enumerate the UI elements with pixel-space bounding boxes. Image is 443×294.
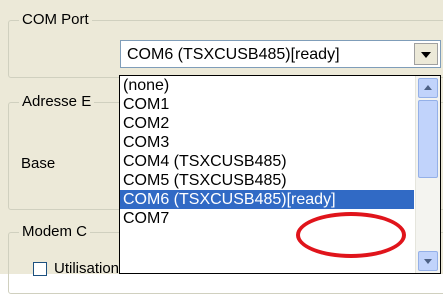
list-item-com4[interactable]: COM4 (TSXCUSB485) [120,152,414,171]
list-item-com6[interactable]: COM6 (TSXCUSB485)[ready] [120,190,414,209]
settings-panel: COM Port Adresse E Base Modem C Utilisat… [0,0,443,294]
dropdown-scrollbar[interactable] [415,76,440,273]
dropdown-items: (none) COM1 COM2 COM3 COM4 (TSXCUSB485) … [120,76,414,228]
scrollbar-thumb[interactable] [418,100,438,178]
red-annotation-circle [296,212,406,258]
com-port-selected-value: COM6 (TSXCUSB485)[ready] [127,46,340,63]
dropdown-arrow-button[interactable] [414,43,438,65]
adresse-group-title: Adresse E [19,93,95,111]
list-item-com2[interactable]: COM2 [120,114,414,133]
list-item-com3[interactable]: COM3 [120,133,414,152]
scroll-up-button[interactable] [418,78,438,98]
list-item-com5[interactable]: COM5 (TSXCUSB485) [120,171,414,190]
list-item-none[interactable]: (none) [120,76,414,95]
com-port-group-title: COM Port [19,11,92,29]
list-item-com1[interactable]: COM1 [120,95,414,114]
com-port-select[interactable]: COM6 (TSXCUSB485)[ready] [120,40,441,68]
base-label: Base [21,155,56,172]
scroll-down-button[interactable] [418,251,438,271]
modem-group-title: Modem C [19,223,91,241]
